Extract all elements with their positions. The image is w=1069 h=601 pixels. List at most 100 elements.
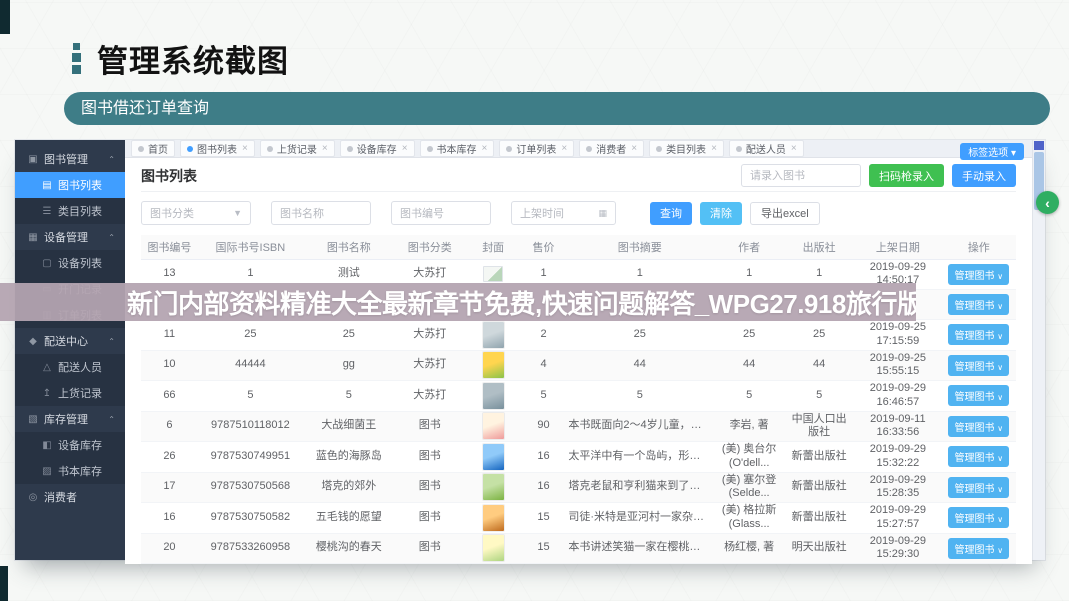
sidebar-item-label: 上货记录: [58, 388, 102, 400]
sidebar-item-label: 图书列表: [58, 180, 102, 192]
sidebar-item-label: 书本库存: [58, 466, 102, 478]
manage-book-button[interactable]: 管理图书 ∨: [948, 537, 1010, 559]
tab-status-dot-icon: [346, 145, 353, 152]
book-name-input[interactable]: 图书名称: [271, 201, 371, 225]
manage-book-button[interactable]: 管理图书 ∨: [948, 415, 1010, 437]
isbn-cell: 9787510118012: [197, 411, 303, 442]
book-cover-thumbnail: [482, 474, 504, 501]
summary-cell: 5: [565, 380, 715, 412]
manual-entry-button[interactable]: 手动录入: [952, 164, 1016, 187]
category-cell: 图书: [394, 533, 465, 564]
scan-entry-button[interactable]: 扫码枪录入: [869, 164, 944, 187]
tab-close-icon[interactable]: ×: [322, 143, 328, 154]
tab-close-icon[interactable]: ×: [791, 143, 797, 154]
tab-close-icon[interactable]: ×: [482, 143, 488, 154]
sidebar-item-10[interactable]: ▧ 库存管理 ⌃: [15, 406, 125, 432]
price-cell: 5: [521, 380, 566, 412]
column-header: 作者: [714, 235, 785, 260]
column-header: 图书分类: [394, 235, 465, 260]
search-button[interactable]: 查询: [650, 201, 692, 225]
column-header: 封面: [464, 235, 522, 260]
action-cell: 管理图书 ∨: [941, 350, 1016, 381]
tab-6[interactable]: 消费者 ×: [579, 140, 645, 157]
inventory-manage-icon: ▧: [28, 413, 38, 425]
content-area: 图书列表 扫码枪录入 手动录入 图书分类▼ 图书名称 图书编号: [125, 158, 1032, 564]
cover-cell: [464, 411, 522, 442]
isbn-cell: 25: [197, 319, 303, 351]
book-cover-thumbnail: [483, 266, 504, 283]
tab-2[interactable]: 上货记录 ×: [259, 140, 335, 157]
title-dots-icon: [72, 43, 81, 74]
manage-book-button[interactable]: 管理图书 ∨: [948, 354, 1010, 376]
shelf-date-input[interactable]: 上架时间 ▦: [511, 201, 616, 225]
sidebar-item-1[interactable]: ▤ 图书列表: [15, 172, 125, 198]
sidebar-item-label: 消费者: [44, 492, 77, 504]
table-row: 69787510118012大战细菌王图书 90本书既面向2～4岁儿童，又面向家长…: [141, 411, 1016, 442]
sidebar-item-12[interactable]: ▨ 书本库存: [15, 458, 125, 484]
book-entry-input[interactable]: [741, 164, 861, 187]
action-cell: 管理图书 ∨: [941, 502, 1016, 534]
tab-close-icon[interactable]: ×: [242, 143, 248, 154]
category-select[interactable]: 图书分类 ▼: [141, 201, 251, 225]
side-panel-handle[interactable]: ‹: [1036, 191, 1059, 214]
manage-book-button[interactable]: 管理图书 ∨: [948, 324, 1010, 346]
export-excel-button[interactable]: 导出excel: [750, 201, 820, 225]
clear-button[interactable]: 清除: [700, 201, 742, 225]
tab-8[interactable]: 配送人员 ×: [728, 140, 804, 157]
sidebar-item-9[interactable]: ↥ 上货记录: [15, 380, 125, 406]
delivery-center-icon: ◆: [29, 335, 37, 347]
table-row: 10 44444 gg 大苏打 4 44 44 44 2019-09-25 15:55:15 管理…: [141, 350, 1016, 381]
author-cell: 李岩, 著: [714, 411, 785, 442]
table-row: 179787530750568塔克的郊外图书 16塔克老鼠和亨利猫来到了大草原，帮…: [141, 472, 1016, 503]
sidebar-item-2[interactable]: ☰ 类目列表: [15, 198, 125, 224]
delivery-staff-icon: △: [43, 361, 51, 373]
book-code-input[interactable]: 图书编号: [391, 201, 491, 225]
name-cell: 大战细菌王: [302, 411, 395, 442]
book-cover-thumbnail: [482, 413, 504, 440]
tab-3[interactable]: 设备库存 ×: [339, 140, 415, 157]
book-cover-thumbnail: [482, 535, 504, 562]
sidebar-item-8[interactable]: △ 配送人员: [15, 354, 125, 380]
cover-cell: [464, 319, 522, 351]
price-cell: 90: [521, 411, 566, 442]
tab-5[interactable]: 订单列表 ×: [499, 140, 575, 157]
tab-label: 首页: [148, 145, 168, 156]
tab-4[interactable]: 书本库存 ×: [419, 140, 495, 157]
tab-0[interactable]: 首页: [131, 140, 175, 157]
manage-book-button[interactable]: 管理图书 ∨: [948, 294, 1010, 315]
tag-options-button[interactable]: 标签选项 ▾: [960, 143, 1024, 160]
column-header: 出版社: [784, 235, 855, 260]
sidebar-item-4[interactable]: ▢ 设备列表: [15, 250, 125, 276]
tab-1[interactable]: 图书列表 ×: [180, 140, 255, 157]
manage-book-button[interactable]: 管理图书 ∨: [948, 446, 1010, 468]
name-cell: gg: [302, 350, 395, 381]
publisher-cell: 明天出版社: [784, 533, 855, 564]
tab-close-icon[interactable]: ×: [561, 143, 567, 154]
manage-book-button[interactable]: 管理图书 ∨: [948, 507, 1010, 529]
sidebar-item-3[interactable]: ▦ 设备管理 ⌃: [15, 224, 125, 250]
sidebar-item-label: 配送人员: [58, 362, 102, 374]
manage-book-button[interactable]: 管理图书 ∨: [948, 476, 1010, 498]
book-stock-icon: ▨: [42, 465, 52, 477]
date-cell: 2019-09-29 16:46:57: [854, 380, 942, 412]
summary-cell: 本书讲述笑猫一家在樱桃沟经历的一系列温暖...: [565, 533, 715, 564]
manage-book-button[interactable]: 管理图书 ∨: [948, 385, 1010, 407]
content-title-row: 图书列表 扫码枪录入 手动录入: [141, 164, 1016, 192]
sidebar-item-11[interactable]: ◧ 设备库存: [15, 432, 125, 458]
manage-book-button[interactable]: 管理图书 ∨: [948, 263, 1010, 285]
tab-close-icon[interactable]: ×: [711, 143, 717, 154]
sidebar-item-13[interactable]: ◎ 消费者: [15, 484, 125, 510]
sidebar-item-7[interactable]: ◆ 配送中心 ⌃: [15, 328, 125, 354]
sidebar-item-label: 配送中心: [44, 336, 88, 348]
sidebar-item-0[interactable]: ▣ 图书管理 ⌃: [15, 146, 125, 172]
id-cell: 16: [141, 502, 198, 534]
tab-close-icon[interactable]: ×: [402, 143, 408, 154]
tab-close-icon[interactable]: ×: [631, 143, 637, 154]
entry-controls: 扫码枪录入 手动录入: [741, 164, 1016, 187]
corner-accent-bottom: [0, 566, 8, 601]
tab-status-dot-icon: [735, 145, 742, 152]
tab-7[interactable]: 类目列表 ×: [649, 140, 724, 157]
isbn-cell: 9787530750582: [197, 502, 303, 534]
price-cell: 2: [521, 319, 566, 351]
book-cover-thumbnail: [482, 443, 504, 470]
